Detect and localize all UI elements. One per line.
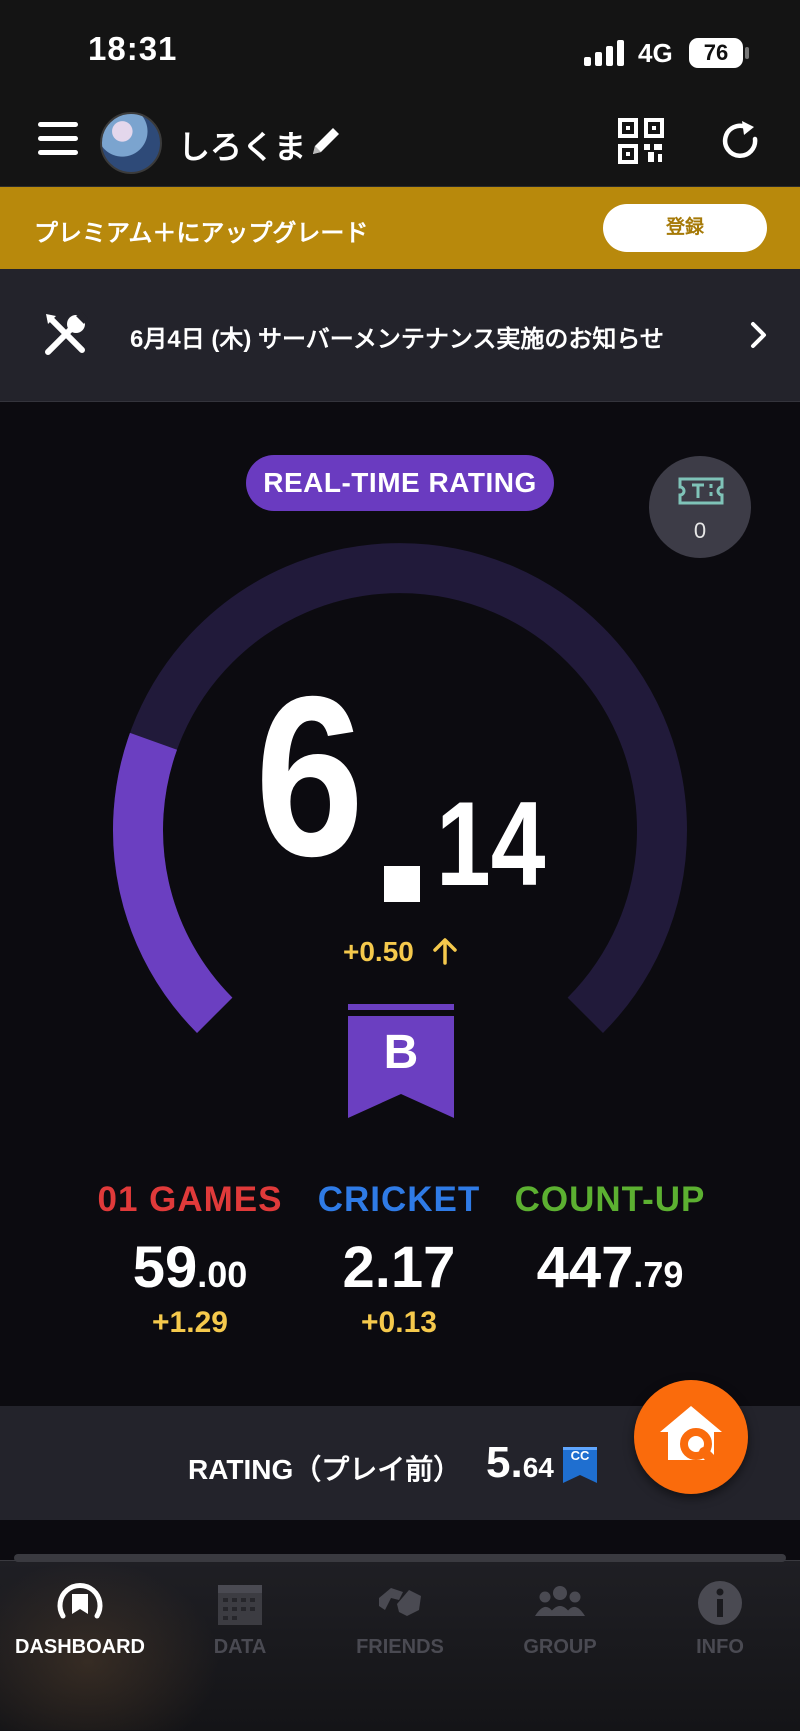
chevron-right-icon[interactable]	[744, 318, 774, 352]
status-time: 18:31	[88, 30, 178, 67]
rating-decimal-point	[384, 866, 420, 902]
notice-text: 6月4日 (木) サーバーメンテナンス実施のお知らせ	[130, 326, 664, 353]
avatar[interactable]	[100, 112, 162, 174]
tools-icon	[45, 312, 88, 355]
rank-letter: B	[383, 1026, 419, 1079]
pencil-icon[interactable]	[309, 124, 343, 158]
tab-label-data: DATA	[213, 1636, 267, 1658]
stat-title-cricket: CRICKET	[317, 1180, 481, 1219]
username[interactable]: しろくま	[178, 122, 306, 168]
tab-label-group: GROUP	[523, 1636, 597, 1658]
real-time-rating-label[interactable]: REAL-TIME RATING	[246, 455, 554, 511]
premium-upgrade-text: プレミアム＋にアップグレード	[34, 220, 369, 247]
gauge-fill	[113, 732, 233, 1033]
stat-title-01-games: 01 GAMES	[97, 1180, 283, 1219]
tab-info[interactable]: INFO	[640, 1570, 800, 1680]
stat-delta-01-games: +1.29	[152, 1306, 228, 1339]
pre-play-rating-value: 5.64	[486, 1438, 554, 1487]
group-icon	[535, 1586, 585, 1616]
dashboard-icon	[57, 1583, 103, 1619]
qr-code-icon[interactable]	[618, 118, 664, 164]
register-button[interactable]: 登録	[603, 204, 767, 252]
stat-value-count-up: 447.79	[536, 1235, 684, 1300]
rating-value-decimal: 14	[436, 777, 546, 911]
tab-friends[interactable]: FRIENDS	[320, 1570, 480, 1680]
tab-label-info: INFO	[696, 1636, 744, 1658]
tab-dashboard[interactable]: DASHBOARD	[0, 1570, 160, 1680]
stat-value-cricket: 2.17	[342, 1235, 456, 1300]
sheet-handle[interactable]	[14, 1554, 786, 1562]
ticket-icon	[678, 477, 724, 505]
signal-icon	[584, 40, 624, 66]
tab-label-dashboard: DASHBOARD	[15, 1636, 145, 1658]
friends-icon	[379, 1588, 421, 1616]
class-badge-text: CC	[570, 1448, 590, 1463]
info-icon	[698, 1581, 742, 1625]
battery-indicator: 76	[689, 38, 743, 68]
calendar-icon	[218, 1585, 262, 1625]
rating-delta: +0.50	[343, 936, 414, 967]
refresh-icon[interactable]	[718, 118, 764, 164]
network-type: 4G	[638, 38, 673, 68]
tab-data[interactable]: DATA	[160, 1570, 320, 1680]
pre-play-rating-label: RATING（プレイ前）	[188, 1454, 462, 1485]
stat-value-01-games: 59.00	[132, 1235, 248, 1300]
home-search-icon	[660, 1406, 723, 1471]
hamburger-menu-icon[interactable]	[38, 122, 78, 158]
arrow-up-icon	[433, 938, 457, 965]
battery-cap	[745, 47, 749, 59]
rating-value-integer: 6	[255, 650, 365, 904]
tab-group[interactable]: GROUP	[480, 1570, 640, 1680]
tab-label-friends: FRIENDS	[356, 1636, 444, 1658]
stat-delta-cricket: +0.13	[361, 1306, 437, 1339]
stat-title-count-up: COUNT-UP	[514, 1180, 706, 1219]
